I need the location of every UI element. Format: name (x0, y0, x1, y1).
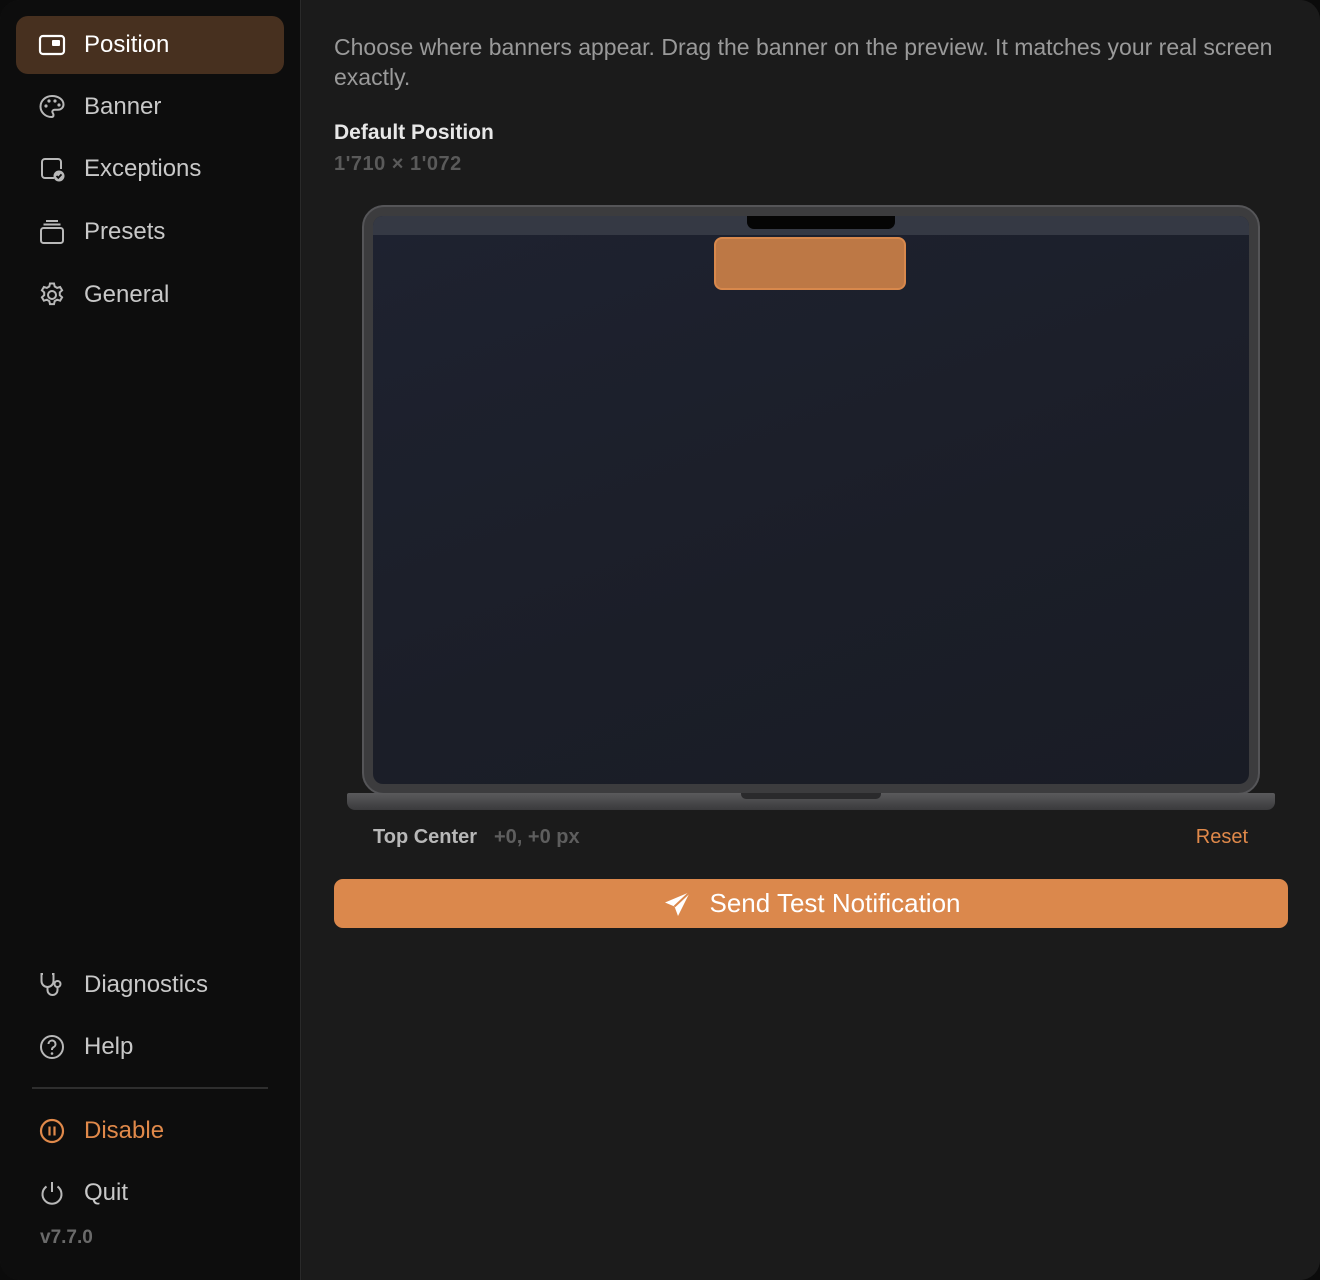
palette-icon (36, 91, 68, 123)
stethoscope-icon (36, 969, 68, 1001)
disable-label: Disable (84, 1117, 165, 1144)
section-title: Default Position (334, 121, 494, 144)
sidebar-divider (32, 1087, 268, 1089)
screen-resolution: 1'710 × 1'072 (334, 153, 462, 175)
laptop-preview (362, 205, 1260, 795)
quit-button[interactable]: Quit (16, 1164, 284, 1222)
main-content: Choose where banners appear. Drag the ba… (302, 0, 1320, 1280)
pause-circle-icon (36, 1115, 68, 1147)
stack-icon (36, 216, 68, 248)
question-circle-icon (36, 1031, 68, 1063)
sidebar-item-label: Exceptions (84, 155, 202, 182)
quit-label: Quit (84, 1179, 129, 1206)
sidebar-item-banner[interactable]: Banner (16, 78, 284, 136)
disable-button[interactable]: Disable (16, 1102, 284, 1160)
paper-plane-icon (662, 888, 694, 920)
reset-button[interactable]: Reset (1196, 826, 1248, 849)
sidebar-item-label: General (84, 281, 170, 308)
sidebar-item-label: Position (84, 31, 170, 58)
sidebar-item-general[interactable]: General (16, 266, 284, 324)
sidebar-item-label: Presets (84, 218, 166, 245)
sidebar: Position Banner Exceptions Presets Gener… (0, 0, 301, 1280)
sidebar-item-presets[interactable]: Presets (16, 203, 284, 261)
laptop-base-lip (741, 793, 881, 799)
sidebar-item-diagnostics[interactable]: Diagnostics (16, 956, 284, 1014)
position-name: Top Center (373, 826, 478, 848)
sidebar-item-label: Banner (84, 93, 162, 120)
laptop-screen (373, 216, 1249, 784)
gear-icon (36, 279, 68, 311)
sidebar-item-position[interactable]: Position (16, 16, 284, 74)
sidebar-item-label: Help (84, 1033, 134, 1060)
send-test-notification-label: Send Test Notification (709, 888, 961, 918)
draggable-banner-preview[interactable] (714, 237, 906, 290)
position-description: Choose where banners appear. Drag the ba… (334, 34, 1273, 90)
settings-window: Position Banner Exceptions Presets Gener… (0, 0, 1320, 1280)
send-test-notification-button[interactable]: Send Test Notification (334, 879, 1288, 928)
power-icon (36, 1177, 68, 1209)
sidebar-item-help[interactable]: Help (16, 1018, 284, 1076)
window-position-icon (36, 29, 68, 61)
app-check-icon (36, 153, 68, 185)
version-label: v7.7.0 (40, 1227, 93, 1248)
screen-notch (747, 216, 895, 229)
position-offset: +0, +0 px (494, 826, 580, 848)
laptop-base (347, 793, 1275, 810)
sidebar-item-exceptions[interactable]: Exceptions (16, 140, 284, 198)
sidebar-item-label: Diagnostics (84, 971, 209, 998)
